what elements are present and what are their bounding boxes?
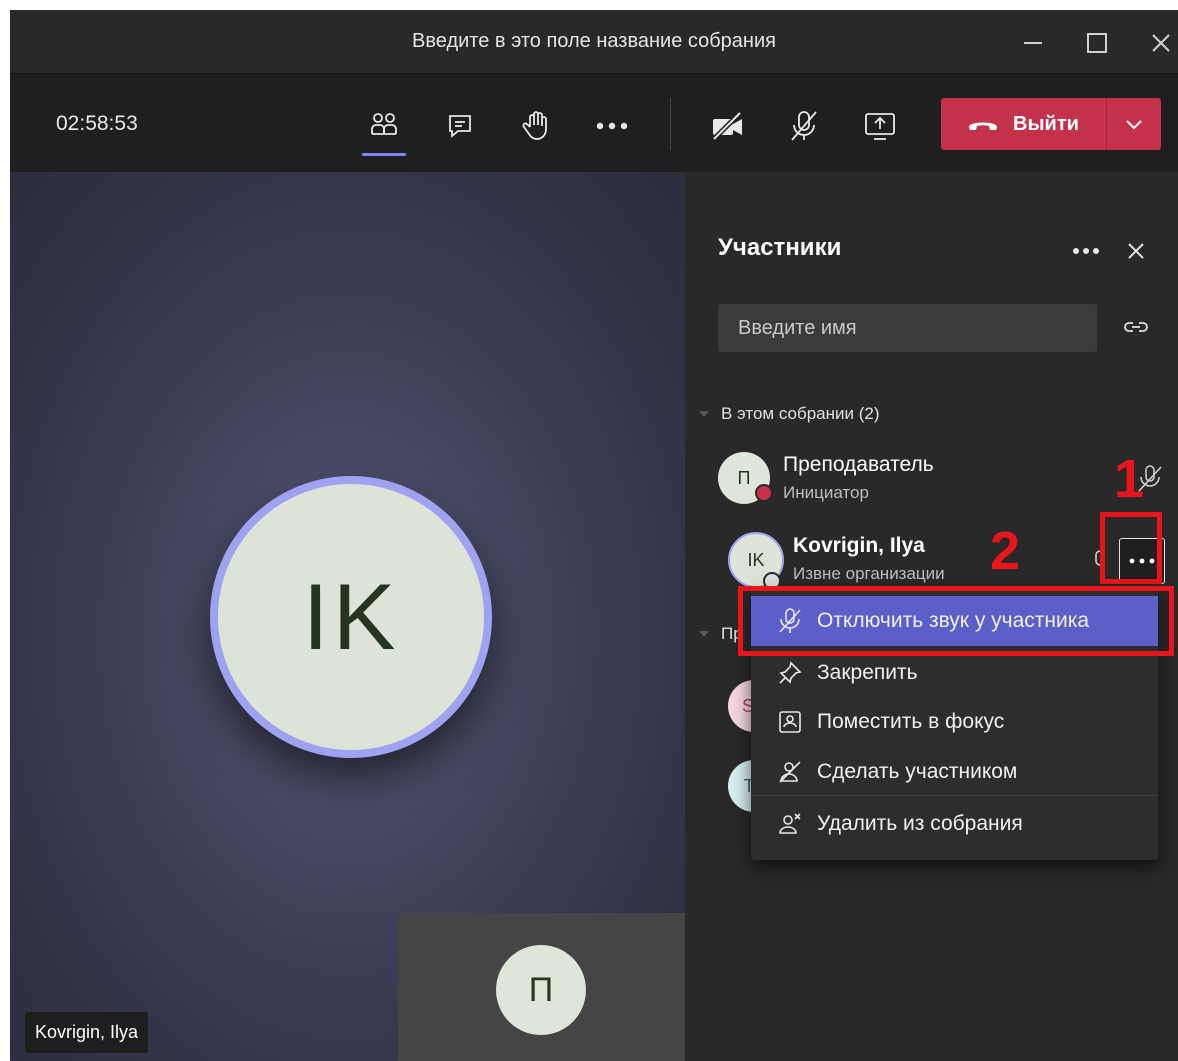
chevron-down-icon	[1126, 120, 1142, 130]
pin-icon	[775, 658, 805, 688]
leave-main-button[interactable]: Выйти	[941, 98, 1107, 150]
self-video-tile[interactable]: П	[398, 913, 685, 1061]
ellipsis-icon	[596, 122, 628, 130]
section-in-meeting[interactable]: В этом собрании (2)	[699, 404, 880, 424]
spotlight-icon	[775, 707, 805, 737]
participant-role: Инициатор	[783, 483, 869, 502]
speaker-name-tag: Kovrigin, Ilya	[25, 1012, 149, 1053]
close-window-button[interactable]	[1144, 26, 1178, 60]
menu-item-spotlight[interactable]: Поместить в фокус	[751, 697, 1158, 747]
menu-item-label: Закрепить	[817, 661, 918, 684]
close-icon	[1128, 243, 1144, 259]
participants-icon	[371, 113, 397, 135]
ellipsis-icon	[1073, 248, 1099, 254]
participant-search-input[interactable]	[718, 304, 1097, 352]
menu-item-remove[interactable]: Удалить из собрания	[751, 799, 1158, 849]
camera-toggle-button[interactable]	[706, 106, 750, 146]
title-bar: Введите в это поле название собрания	[10, 10, 1178, 74]
maximize-button[interactable]	[1080, 26, 1114, 60]
camera-off-icon	[712, 111, 742, 141]
menu-item-make-attendee[interactable]: Сделать участником	[751, 747, 1158, 797]
menu-separator	[751, 795, 1158, 796]
more-actions-button[interactable]	[590, 106, 634, 146]
collapse-triangle-icon	[699, 411, 709, 417]
participant-role: Извне организации	[793, 564, 945, 583]
panel-title: Участники	[718, 234, 842, 261]
raise-hand-icon	[522, 111, 547, 140]
teams-meeting-window: Введите в это поле название собрания 02:…	[10, 10, 1178, 1061]
participant-name[interactable]: Преподаватель	[783, 453, 934, 477]
annotation-step-1: 1	[1114, 449, 1145, 509]
annotation-step-2: 2	[990, 521, 1021, 581]
annotation-highlight-more-button	[1100, 512, 1162, 584]
show-chat-button[interactable]	[438, 106, 482, 146]
close-icon	[1152, 34, 1170, 52]
meeting-timer: 02:58:53	[56, 112, 138, 135]
participant-initials: IK	[747, 549, 765, 570]
speaker-avatar: IK	[218, 484, 484, 750]
maximize-icon	[1087, 33, 1107, 53]
show-participants-button[interactable]	[362, 106, 406, 156]
microphone-toggle-button[interactable]	[782, 106, 826, 146]
mic-off-icon	[791, 111, 817, 141]
annotation-highlight-mute-item	[738, 586, 1174, 656]
meeting-toolbar: 02:58:53 Выйти	[10, 74, 1178, 172]
leave-button[interactable]: Выйти	[941, 98, 1161, 150]
status-badge	[755, 484, 773, 502]
raise-hand-button[interactable]	[514, 106, 558, 146]
remove-person-icon	[775, 809, 805, 839]
self-avatar: П	[496, 945, 586, 1035]
hang-up-icon	[969, 122, 997, 130]
make-attendee-icon	[775, 757, 805, 787]
panel-more-options-button[interactable]	[1067, 236, 1105, 266]
video-stage: IK Kovrigin, Ilya П	[10, 172, 685, 1061]
close-panel-button[interactable]	[1121, 236, 1151, 266]
toolbar-divider	[670, 98, 671, 150]
chat-icon	[449, 115, 471, 138]
section-in-meeting-label: В этом собрании (2)	[721, 404, 880, 423]
speaker-initials: IK	[302, 564, 400, 669]
share-screen-icon	[865, 113, 895, 140]
menu-item-label: Удалить из собрания	[817, 812, 1023, 835]
menu-item-label: Поместить в фокус	[817, 710, 1005, 733]
self-initial: П	[528, 970, 554, 1009]
link-icon	[1124, 322, 1148, 332]
leave-options-button[interactable]	[1107, 98, 1161, 150]
share-invite-button[interactable]	[1121, 312, 1151, 342]
share-content-button[interactable]	[858, 106, 902, 146]
meeting-title[interactable]: Введите в это поле название собрания	[10, 30, 1178, 53]
section-second[interactable]: Пр	[699, 624, 743, 644]
participant-initials: П	[737, 467, 751, 488]
collapse-triangle-icon	[699, 631, 709, 637]
leave-label: Выйти	[1013, 112, 1079, 135]
minimize-icon	[1024, 42, 1042, 44]
minimize-button[interactable]	[1016, 26, 1050, 60]
menu-item-label: Сделать участником	[817, 760, 1018, 783]
participant-name[interactable]: Kovrigin, Ilya	[793, 534, 925, 558]
